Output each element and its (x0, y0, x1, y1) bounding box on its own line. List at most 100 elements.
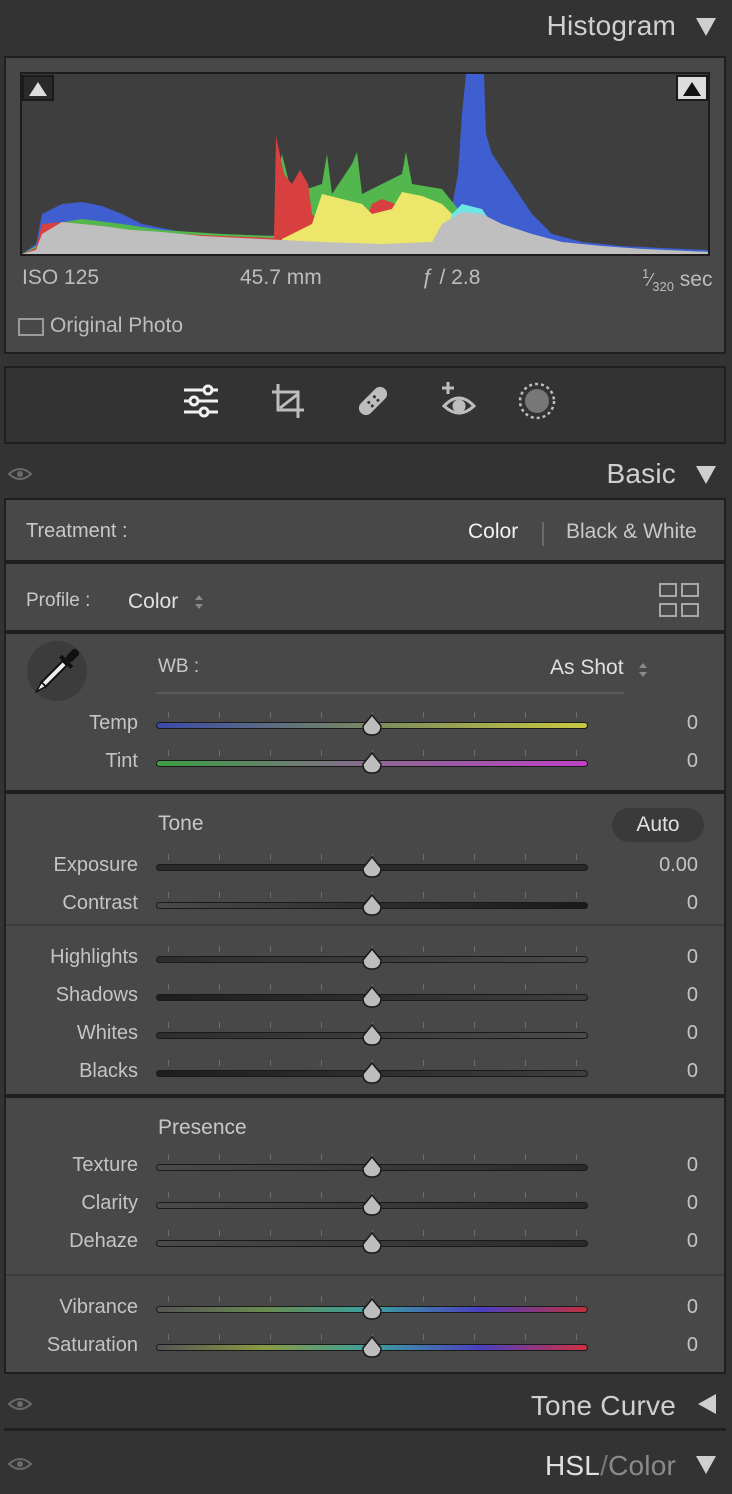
healing-icon[interactable] (352, 380, 394, 422)
shadows-slider-thumb[interactable] (361, 986, 383, 1008)
slider-tick (321, 946, 322, 952)
slider-tick (525, 984, 526, 990)
clarity-slider-thumb[interactable] (361, 1194, 383, 1216)
texture-slider-thumb[interactable] (361, 1156, 383, 1178)
exposure-slider-thumb[interactable] (361, 856, 383, 878)
slider-tick (423, 1230, 424, 1236)
histogram-header[interactable]: Histogram (0, 0, 732, 52)
vibrance-value[interactable]: 0 (618, 1296, 698, 1319)
slider-tick (474, 946, 475, 952)
slider-tick (474, 1296, 475, 1302)
highlight-clipping-button[interactable] (676, 75, 708, 101)
eye-icon[interactable] (8, 466, 32, 482)
slider-tick (474, 1060, 475, 1066)
slider-tick (525, 1230, 526, 1236)
slider-tick (423, 984, 424, 990)
focal-length-readout: 45.7 mm (240, 266, 322, 289)
collapse-triangle-icon[interactable] (696, 18, 716, 36)
slider-tick (576, 1192, 577, 1198)
basic-header[interactable]: Basic (0, 448, 732, 500)
slider-tick (525, 892, 526, 898)
slider-tick (270, 1192, 271, 1198)
saturation-value[interactable]: 0 (618, 1334, 698, 1357)
tint-value[interactable]: 0 (618, 750, 698, 773)
eyedropper-icon[interactable] (24, 638, 90, 704)
saturation-slider-thumb[interactable] (361, 1336, 383, 1358)
wb-select[interactable]: As Shot (550, 656, 624, 680)
crop-icon[interactable] (268, 380, 310, 422)
presence-title: Presence (158, 1116, 247, 1139)
slider-tick (474, 750, 475, 756)
slider-tick (576, 984, 577, 990)
profile-select[interactable]: Color (128, 590, 178, 614)
blacks-value[interactable]: 0 (618, 1060, 698, 1083)
slider-tick (270, 1334, 271, 1340)
slider-tick (321, 1022, 322, 1028)
hsl-tab[interactable]: HSL (545, 1450, 600, 1481)
tone-curve-header[interactable]: Tone Curve (0, 1378, 732, 1428)
whites-slider-thumb[interactable] (361, 1024, 383, 1046)
contrast-value[interactable]: 0 (618, 892, 698, 915)
original-photo-label: Original Photo (50, 314, 184, 337)
slider-tick (321, 1060, 322, 1066)
original-photo-checkbox[interactable] (18, 318, 44, 336)
tone-divider (6, 924, 724, 926)
dehaze-value[interactable]: 0 (618, 1230, 698, 1253)
clarity-value[interactable]: 0 (618, 1192, 698, 1215)
whites-label: Whites (76, 1022, 138, 1044)
slider-tick (525, 854, 526, 860)
slider-tick (270, 984, 271, 990)
slider-tick (525, 1334, 526, 1340)
texture-value[interactable]: 0 (618, 1154, 698, 1177)
slider-tick (219, 1296, 220, 1302)
slider-tick (525, 1154, 526, 1160)
slider-tick (270, 854, 271, 860)
eye-icon[interactable] (8, 1456, 32, 1472)
tint-slider-thumb[interactable] (361, 752, 383, 774)
histogram-graph[interactable] (20, 72, 710, 256)
slider-tick (219, 1060, 220, 1066)
highlights-slider-thumb[interactable] (361, 948, 383, 970)
slider-tick (423, 1154, 424, 1160)
edit-sliders-icon[interactable] (180, 380, 222, 422)
slider-tick (270, 1230, 271, 1236)
slider-tick (219, 854, 220, 860)
slider-tick (525, 750, 526, 756)
collapse-triangle-icon[interactable] (696, 1456, 716, 1474)
auto-button[interactable]: Auto (612, 808, 704, 842)
shadows-value[interactable]: 0 (618, 984, 698, 1007)
wb-label: WB : (158, 656, 200, 677)
slider-tick (219, 750, 220, 756)
treatment-color-option[interactable]: Color (468, 520, 518, 544)
profile-browser-icon[interactable] (658, 582, 700, 618)
slider-tick (423, 946, 424, 952)
slider-tick (576, 1296, 577, 1302)
slider-tick (168, 1230, 169, 1236)
wb-select-arrows-icon[interactable] (636, 660, 650, 680)
vibrance-slider-thumb[interactable] (361, 1298, 383, 1320)
contrast-slider-thumb[interactable] (361, 894, 383, 916)
exposure-value[interactable]: 0.00 (618, 854, 698, 877)
dehaze-label: Dehaze (69, 1230, 138, 1252)
shadow-clipping-button[interactable] (22, 75, 54, 101)
temp-slider-thumb[interactable] (361, 714, 383, 736)
masking-icon[interactable] (516, 380, 558, 422)
dehaze-slider-thumb[interactable] (361, 1232, 383, 1254)
blacks-slider-thumb[interactable] (361, 1062, 383, 1084)
expand-triangle-icon[interactable] (698, 1394, 716, 1414)
saturation-label: Saturation (46, 1334, 138, 1356)
hsl-header[interactable]: HSL/Color (0, 1436, 732, 1494)
color-tab[interactable]: Color (608, 1450, 676, 1481)
profile-select-arrows-icon[interactable] (192, 592, 206, 612)
slider-tick (525, 946, 526, 952)
slider-tick (525, 1296, 526, 1302)
treatment-bw-option[interactable]: Black & White (566, 520, 697, 544)
collapse-triangle-icon[interactable] (696, 466, 716, 484)
slider-tick (525, 1022, 526, 1028)
red-eye-icon[interactable] (438, 380, 480, 422)
eye-icon[interactable] (8, 1396, 32, 1412)
temp-value[interactable]: 0 (618, 712, 698, 735)
slider-tick (321, 712, 322, 718)
whites-value[interactable]: 0 (618, 1022, 698, 1045)
highlights-value[interactable]: 0 (618, 946, 698, 969)
